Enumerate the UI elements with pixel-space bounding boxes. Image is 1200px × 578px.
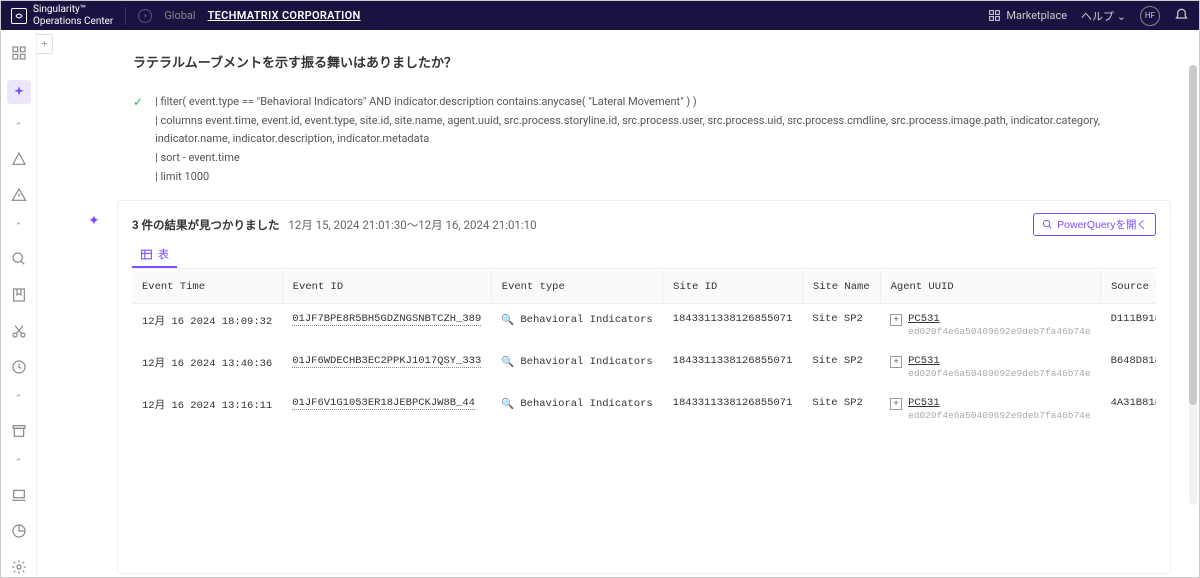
expand-icon[interactable]: + <box>890 356 902 368</box>
ai-icon[interactable] <box>7 80 31 104</box>
avatar[interactable]: HF <box>1140 6 1160 26</box>
notifications-icon[interactable] <box>1174 8 1189 23</box>
bookmark-icon[interactable] <box>10 286 28 304</box>
help-menu[interactable]: ヘルプ ⌄ <box>1081 8 1126 24</box>
results-count: 3 件の結果が見つかりました <box>132 218 279 232</box>
agent-uuid: ed020f4e6a50409692e9deb7fa46b74e <box>908 326 1090 337</box>
cell-time: 12月 16 2024 18:09:32 <box>132 304 282 347</box>
product-logo[interactable]: Singularity™ Operations Center <box>11 4 113 28</box>
event-id-link[interactable]: 01JF7BPE8R5BH5GDZNGSNBTCZH_389 <box>292 313 481 326</box>
col-site-name[interactable]: Site Name <box>802 271 880 304</box>
scope-chevron-icon[interactable]: › <box>138 9 152 23</box>
scrollbar[interactable] <box>1189 65 1197 505</box>
expand-icon[interactable]: + <box>890 398 902 410</box>
marketplace-link[interactable]: Marketplace <box>988 9 1067 22</box>
open-powerquery-button[interactable]: PowerQueryを開く <box>1033 213 1156 236</box>
cell-type: Behavioral Indicators <box>520 356 652 368</box>
agent-link[interactable]: PC531 <box>908 397 1090 409</box>
warning-icon[interactable] <box>10 186 28 204</box>
tab-table[interactable]: 表 <box>132 242 177 268</box>
cell-storyline: 4A31B8184A06E2F1 <box>1101 388 1156 430</box>
archive-icon[interactable] <box>10 422 28 440</box>
device-icon[interactable] <box>10 486 28 504</box>
cut-icon[interactable] <box>10 322 28 340</box>
results-table: Event Time Event ID Event type Site ID S… <box>132 271 1156 430</box>
tenant-name[interactable]: TECHMATRIX CORPORATION <box>208 9 361 22</box>
cell-sitename: Site SP2 <box>802 346 880 388</box>
sidebar: ⌃ ⌃ ⌃ ⌃ <box>1 30 37 577</box>
agent-link[interactable]: PC531 <box>908 313 1090 325</box>
collapse-icon[interactable]: ⌃ <box>15 122 23 132</box>
settings-icon[interactable] <box>10 558 28 576</box>
product-name-1: Singularity™ <box>33 4 113 16</box>
query-line: | sort - event.time <box>155 149 1171 168</box>
magnifier-icon[interactable]: 🔍 <box>501 355 514 369</box>
results-panel: ✦ 3 件の結果が見つかりました 12月 15, 2024 21:01:30～1… <box>117 200 1171 574</box>
product-name-2: Operations Center <box>33 16 113 28</box>
cell-time: 12月 16 2024 13:16:11 <box>132 388 282 430</box>
check-icon: ✓ <box>133 95 143 186</box>
col-site-id[interactable]: Site ID <box>663 271 803 304</box>
pie-icon[interactable] <box>10 522 28 540</box>
magnifier-icon[interactable]: 🔍 <box>501 313 514 327</box>
dashboard-icon[interactable] <box>10 44 28 62</box>
cell-sitename: Site SP2 <box>802 388 880 430</box>
history-icon[interactable] <box>10 358 28 376</box>
cell-type: Behavioral Indicators <box>520 398 652 410</box>
magnifier-icon[interactable]: 🔍 <box>501 397 514 411</box>
collapse-icon[interactable]: ⌃ <box>15 394 23 404</box>
cell-time: 12月 16 2024 13:40:36 <box>132 346 282 388</box>
table-row[interactable]: 12月 16 2024 18:09:32 01JF7BPE8R5BH5GDZNG… <box>132 304 1156 347</box>
collapse-icon[interactable]: ⌃ <box>15 458 23 468</box>
panel-expand-icon[interactable]: + <box>37 34 53 54</box>
cell-sitename: Site SP2 <box>802 304 880 347</box>
agent-uuid: ed020f4e6a50409692e9deb7fa46b74e <box>908 410 1090 421</box>
question-title: ラテラルムーブメントを示す振る舞いはありましたか？ <box>133 52 1171 71</box>
cell-siteid: 1843311338126855071 <box>663 346 803 388</box>
col-event-id[interactable]: Event ID <box>282 271 491 304</box>
collapse-icon[interactable]: ⌃ <box>15 222 23 232</box>
query-line: | filter( event.type == "Behavioral Indi… <box>155 93 1171 112</box>
agent-link[interactable]: PC531 <box>908 355 1090 367</box>
col-storyline-id[interactable]: Source Process StoryLine ID <box>1101 271 1156 304</box>
col-event-time[interactable]: Event Time <box>132 271 282 304</box>
top-bar: Singularity™ Operations Center › Global … <box>1 1 1199 30</box>
scope-label[interactable]: Global <box>164 9 195 22</box>
event-id-link[interactable]: 01JF6WDECHB3EC2PPKJ1017QSY_333 <box>292 355 481 368</box>
cell-siteid: 1843311338126855071 <box>663 304 803 347</box>
cell-type: Behavioral Indicators <box>520 314 652 326</box>
query-line: | limit 1000 <box>155 168 1171 187</box>
query-line: | columns event.time, event.id, event.ty… <box>155 112 1171 149</box>
table-row[interactable]: 12月 16 2024 13:40:36 01JF6WDECHB3EC2PPKJ… <box>132 346 1156 388</box>
cell-storyline: B648D8184A06E2F1 <box>1101 346 1156 388</box>
agent-uuid: ed020f4e6a50409692e9deb7fa46b74e <box>908 368 1090 379</box>
col-event-type[interactable]: Event type <box>491 271 662 304</box>
event-id-link[interactable]: 01JF6V1G1053ER18JEBPCKJW8B_44 <box>292 397 475 410</box>
cell-siteid: 1843311338126855071 <box>663 388 803 430</box>
expand-icon[interactable]: + <box>890 314 902 326</box>
table-row[interactable]: 12月 16 2024 13:16:11 01JF6V1G1053ER18JEB… <box>132 388 1156 430</box>
results-daterange: 12月 15, 2024 21:01:30～12月 16, 2024 21:01… <box>288 218 536 232</box>
cell-storyline: D111B9184A06E2F1 <box>1101 304 1156 347</box>
query-block: ✓ | filter( event.type == "Behavioral In… <box>133 93 1171 186</box>
search-icon[interactable] <box>10 250 28 268</box>
alerts-icon[interactable] <box>10 150 28 168</box>
sparkle-icon: ✦ <box>88 213 100 229</box>
col-agent-uuid[interactable]: Agent UUID <box>880 271 1100 304</box>
